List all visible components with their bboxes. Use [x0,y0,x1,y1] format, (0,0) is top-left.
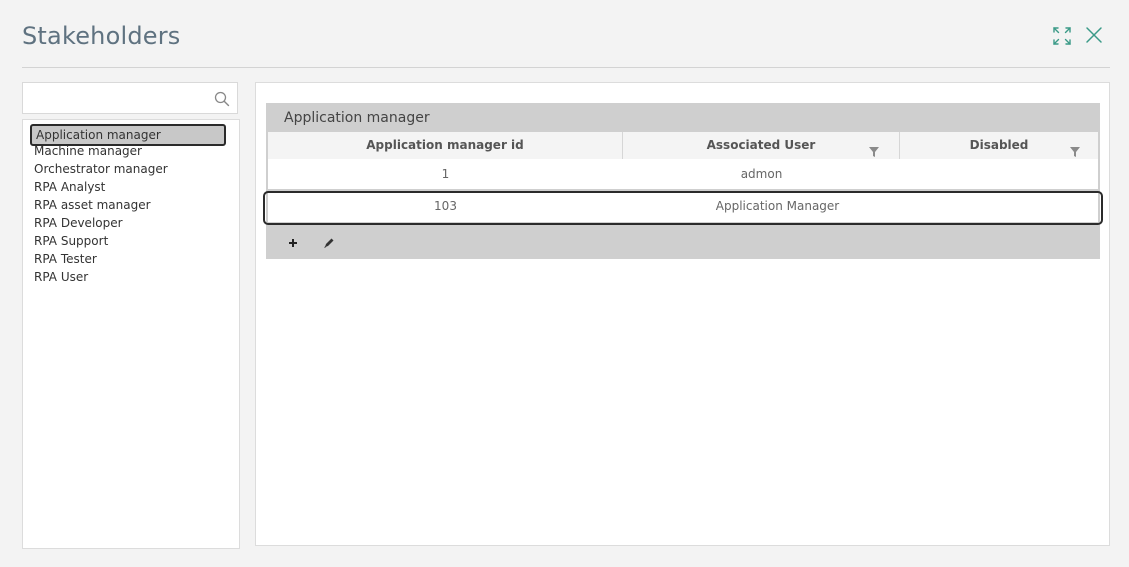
role-item-rpa-tester[interactable]: RPA Tester [34,251,97,267]
filter-icon[interactable] [869,140,879,157]
column-header-label: Application manager id [366,138,524,152]
grid-toolbar [270,230,1100,257]
header-divider [22,67,1110,68]
column-header-associated-user[interactable]: Associated User [623,132,900,159]
role-item-label: Orchestrator manager [34,162,168,176]
cell-id: 103 [434,199,457,213]
stakeholder-grid: Application manager Application manager … [263,103,1103,259]
role-item-label: Machine manager [34,144,142,158]
cell-id: 1 [441,167,450,181]
table-row[interactable]: 1 admon [268,159,1098,189]
role-item-rpa-asset-manager[interactable]: RPA asset manager [34,197,151,213]
role-item-rpa-analyst[interactable]: RPA Analyst [34,179,105,195]
role-item-label: RPA Analyst [34,180,106,194]
role-item-rpa-user[interactable]: RPA User [34,269,88,285]
stakeholders-dialog: Stakeholders Application manager Machine… [0,0,1129,567]
column-header-id[interactable]: Application manager id [268,132,623,159]
roles-list: Application manager Machine manager Orch… [22,119,240,549]
column-header-label: Associated User [706,138,816,152]
plus-icon[interactable] [284,234,302,252]
close-icon[interactable] [1085,26,1105,46]
role-item-orchestrator-manager[interactable]: Orchestrator manager [34,161,168,177]
role-item-rpa-developer[interactable]: RPA Developer [34,215,123,231]
search-field[interactable] [22,82,238,114]
pencil-icon[interactable] [320,234,338,252]
column-header-disabled[interactable]: Disabled [900,132,1098,159]
cell-associated-user: admon [740,167,783,181]
role-item-label: RPA Developer [34,216,123,230]
role-item-label: RPA User [34,270,89,284]
role-item-label: RPA Support [34,234,109,248]
table-row[interactable]: 103 Application Manager [268,191,1098,222]
role-item-label: Application manager [36,128,161,142]
role-item-label: RPA Tester [34,252,97,266]
role-item-machine-manager[interactable]: Machine manager [34,143,142,159]
grid-title: Application manager [284,110,430,126]
role-item-label: RPA asset manager [34,198,151,212]
search-input[interactable] [29,87,213,111]
search-icon[interactable] [214,91,230,107]
column-header-label: Disabled [969,138,1029,152]
filter-icon[interactable] [1070,140,1080,157]
role-item-rpa-support[interactable]: RPA Support [34,233,108,249]
detail-panel: Application manager Application manager … [255,82,1110,546]
cell-associated-user: Application Manager [715,199,840,213]
maximize-icon[interactable] [1052,26,1072,46]
dialog-title: Stakeholders [22,22,181,50]
